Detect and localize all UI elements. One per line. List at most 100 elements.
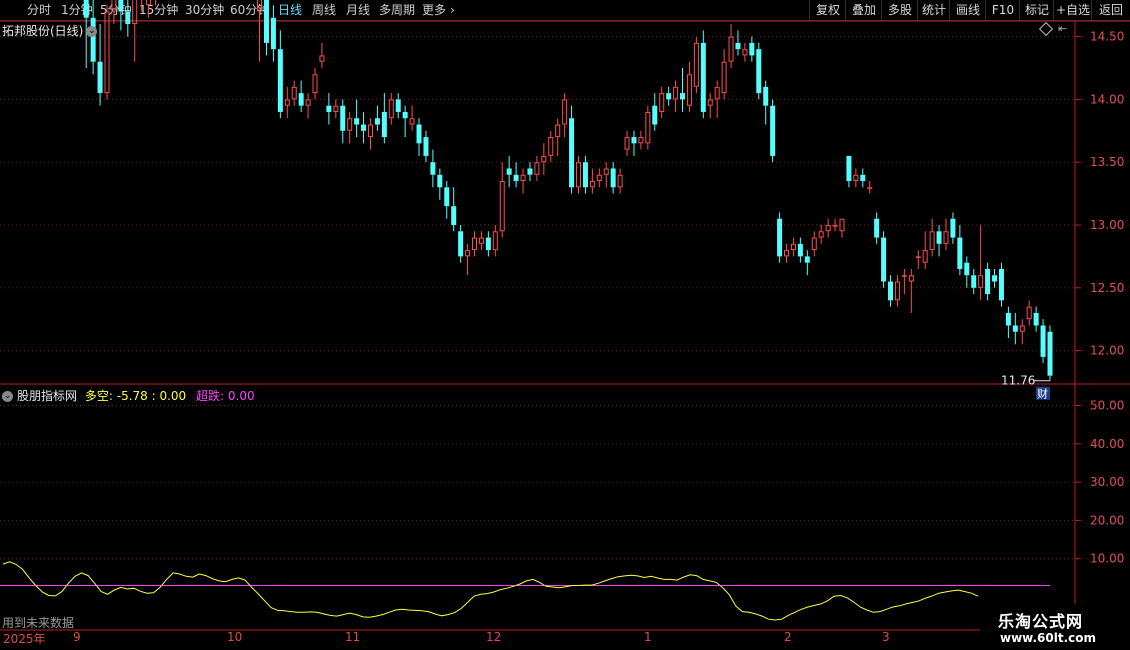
candle (548, 130, 554, 163)
candle (777, 212, 783, 263)
candle (797, 237, 803, 263)
candle (541, 143, 547, 175)
candle-body (97, 61, 103, 94)
candle (763, 80, 769, 125)
candle-body (333, 105, 339, 112)
candle-body (638, 137, 644, 144)
candle (971, 268, 977, 295)
candle-body (943, 231, 949, 244)
candle (125, 0, 131, 37)
kline-chart[interactable]: 17.0016.5016.0015.5015.0014.5014.0013.50… (0, 0, 1130, 650)
candle-body (381, 111, 387, 138)
candle-body (347, 118, 353, 131)
candle-body (298, 93, 304, 106)
candle-body (749, 42, 755, 56)
watermark-url: www.60lt.com (1000, 631, 1097, 645)
candle-body (1005, 312, 1011, 326)
candle-body (770, 105, 776, 156)
candle (901, 268, 907, 295)
candle-body (763, 86, 769, 106)
candle (742, 42, 748, 62)
candle (811, 231, 817, 257)
collapse-panel-icon[interactable]: ⇤ (1058, 22, 1067, 35)
candle-body (423, 137, 429, 156)
candle-body (527, 168, 533, 175)
candle-body (395, 99, 401, 112)
candle (381, 93, 387, 144)
candle-body (721, 61, 727, 94)
candle (1026, 300, 1032, 326)
candle (832, 218, 838, 232)
candle (603, 162, 609, 188)
candle (846, 155, 852, 188)
candle (978, 225, 984, 301)
candle (624, 130, 630, 156)
candle-body (908, 275, 914, 282)
date-label-dec: 12 (486, 630, 502, 644)
candle-body (922, 250, 928, 263)
candle (111, 0, 117, 25)
candle (985, 262, 991, 301)
candle (305, 93, 311, 119)
indicator-tick-label: 10.00 (1090, 552, 1124, 566)
candle-body (777, 218, 783, 257)
candle-body (860, 174, 866, 182)
candle-body (367, 124, 373, 138)
candle-body (603, 168, 609, 175)
candle (499, 162, 505, 238)
candle (562, 93, 568, 138)
date-label-jan: 1 (644, 630, 652, 644)
candle-body (513, 174, 519, 182)
candle (721, 49, 727, 100)
candle-body (146, 0, 152, 6)
candle (492, 225, 498, 257)
chevron-down-icon[interactable]: ⌄ (86, 26, 98, 37)
candle (693, 36, 699, 94)
candle-body (326, 105, 332, 112)
candle-body (888, 281, 894, 301)
stock-title: 拓邦股份(日线) (2, 24, 84, 38)
candle (132, 0, 138, 62)
candle-body (506, 168, 512, 175)
date-label-year: 2025年 (3, 632, 46, 646)
candle (749, 36, 755, 62)
indicator-panel-title: ⌄ 股朋指标网 多空: -5.78 : 0.00 超跌: 0.00 (2, 389, 255, 403)
candle-body (624, 137, 630, 150)
candle-body (263, 0, 269, 43)
candle (104, 5, 110, 100)
chevron-down-icon[interactable]: ⌄ (2, 391, 13, 402)
watermark: 乐淘公式网 www.60lt.com (980, 604, 1130, 650)
candle-body (714, 86, 720, 100)
candle-body (104, 11, 110, 94)
candle (141, 0, 143, 12)
candle-body (118, 0, 124, 12)
candle-body (825, 225, 831, 232)
candle (666, 86, 672, 106)
candle-body (686, 74, 692, 106)
candle-body (645, 111, 651, 144)
candle (555, 118, 561, 156)
price-tick-label: 13.00 (1090, 218, 1124, 232)
future-data-warning: 用到未来数据 (2, 616, 75, 630)
candle-body (881, 237, 887, 282)
candle-body (485, 237, 491, 251)
candle-body (548, 137, 554, 156)
candle (270, 5, 276, 62)
candle (437, 168, 443, 200)
indicator-value-duokong: -5.78 : 0.00 (116, 389, 187, 403)
candle (520, 168, 526, 194)
candle (881, 231, 887, 288)
candle (1047, 325, 1053, 381)
candle (263, 0, 269, 56)
candle-body (534, 162, 540, 175)
watermark-title: 乐淘公式网 (998, 612, 1084, 631)
candle-body (742, 49, 748, 56)
candle-body (111, 0, 117, 12)
candle (97, 24, 103, 106)
candle-body (284, 99, 290, 106)
candle (936, 225, 942, 257)
indicator-tick-label: 40.00 (1090, 437, 1124, 451)
candle (950, 212, 956, 244)
candle-body (430, 162, 436, 175)
candle-body (589, 181, 595, 188)
